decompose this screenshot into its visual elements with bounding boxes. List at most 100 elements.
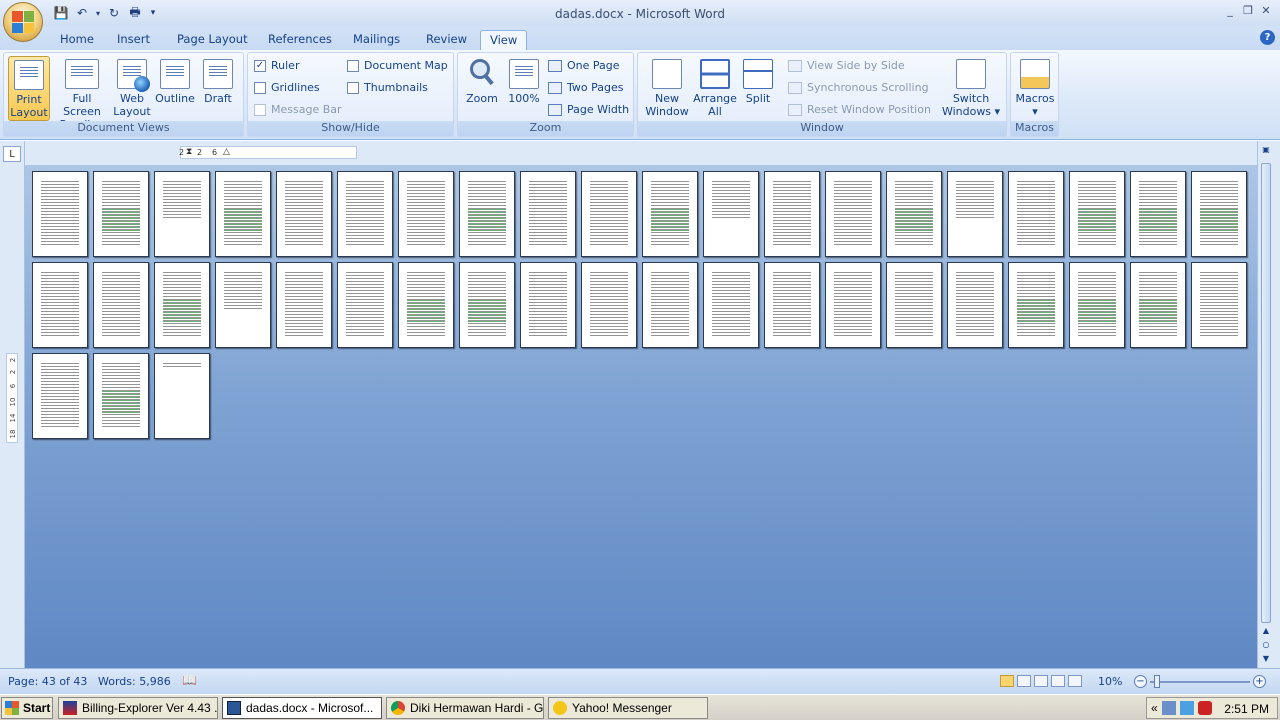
page-thumbnail[interactable] [32,262,88,348]
one-page-button[interactable]: One Page [548,57,620,75]
page-thumbnail[interactable] [581,262,637,348]
gridlines-checkbox[interactable]: Gridlines [254,79,320,97]
web-layout-view-icon[interactable] [1034,675,1048,687]
page-thumbnail[interactable] [32,353,88,439]
page-thumbnail[interactable] [1069,171,1125,257]
select-browse-object-icon[interactable]: ○ [1260,640,1272,652]
page-thumbnail[interactable] [520,262,576,348]
split-button[interactable]: Split [740,56,776,108]
help-icon[interactable]: ? [1260,30,1275,45]
start-button[interactable]: Start [1,697,53,719]
tab-view[interactable]: View [480,30,528,50]
full-screen-view-icon[interactable] [1017,675,1031,687]
zoom-out-button[interactable]: − [1134,675,1147,688]
page-thumbnail[interactable] [32,171,88,257]
vertical-scrollbar[interactable]: ▣ ▲ ○ ▼ [1257,141,1280,668]
thumbnails-checkbox[interactable]: Thumbnails [347,79,428,97]
page-thumbnail[interactable] [825,171,881,257]
page-thumbnail[interactable] [1008,171,1064,257]
zoom-level[interactable]: 10% [1098,675,1122,688]
tab-selector[interactable]: L [3,146,21,162]
page-thumbnail[interactable] [154,353,210,439]
zoom-in-button[interactable]: + [1253,675,1266,688]
zoom-100-button[interactable]: 100% [504,56,544,108]
tab-insert[interactable]: Insert [108,30,159,50]
switch-windows-button[interactable]: Switch Windows ▾ [940,56,1002,121]
page-thumbnail[interactable] [215,171,271,257]
page-thumbnail[interactable] [154,262,210,348]
page-thumbnail[interactable] [703,262,759,348]
page-thumbnail[interactable] [93,353,149,439]
task-chrome[interactable]: Diki Hermawan Hardi - G... [386,697,544,719]
ruler-toggle-icon[interactable]: ▣ [1260,145,1272,157]
page-thumbnail[interactable] [93,262,149,348]
page-thumbnail[interactable] [459,171,515,257]
zoom-slider-knob[interactable] [1154,675,1160,688]
antivirus-shield-icon[interactable] [1197,701,1212,715]
page-thumbnail[interactable] [520,171,576,257]
network-icon[interactable] [1161,701,1176,715]
clock[interactable]: 2:51 PM [1224,702,1269,716]
outline-view-icon[interactable] [1051,675,1065,687]
tab-mailings[interactable]: Mailings [344,30,409,50]
page-thumbnail[interactable] [703,171,759,257]
full-screen-reading-button[interactable]: Full Screen Reading [52,56,112,131]
page-thumbnail[interactable] [398,171,454,257]
page-thumbnail[interactable] [398,262,454,348]
close-button[interactable]: ✕ [1258,4,1274,18]
page-thumbnail[interactable] [947,171,1003,257]
page-count[interactable]: Page: 43 of 43 [8,675,87,688]
scrollbar-thumb[interactable] [1261,163,1271,623]
page-thumbnail[interactable] [459,262,515,348]
web-layout-button[interactable]: Web Layout [112,56,152,121]
tab-references[interactable]: References [259,30,341,50]
office-button[interactable] [3,2,43,42]
word-count[interactable]: Words: 5,986 [98,675,171,688]
monitor-icon[interactable] [1179,701,1194,715]
page-thumbnail[interactable] [1191,262,1247,348]
tab-home[interactable]: Home [51,30,103,50]
page-thumbnail[interactable] [764,171,820,257]
page-thumbnail[interactable] [1008,262,1064,348]
page-thumbnail[interactable] [1191,171,1247,257]
page-thumbnail[interactable] [276,171,332,257]
previous-page-icon[interactable]: ▲ [1260,626,1272,638]
page-thumbnail[interactable] [886,262,942,348]
new-window-button[interactable]: New Window [642,56,692,121]
page-thumbnail[interactable] [642,262,698,348]
next-page-icon[interactable]: ▼ [1260,654,1272,666]
page-thumbnail[interactable] [886,171,942,257]
zoom-button[interactable]: Zoom [462,56,502,108]
document-map-checkbox[interactable]: Document Map [347,57,448,75]
tab-review[interactable]: Review [417,30,476,50]
right-indent-marker-icon[interactable]: △ [223,147,230,157]
ruler-segment[interactable]: 2 2 6 ⧗ △ [179,146,357,159]
macros-button[interactable]: Macros ▾ [1015,56,1055,121]
restore-button[interactable]: ❐ [1240,4,1256,18]
print-layout-button[interactable]: Print Layout [8,56,50,121]
outline-button[interactable]: Outline [153,56,197,108]
tab-page-layout[interactable]: Page Layout [168,30,257,50]
page-thumbnail[interactable] [642,171,698,257]
page-width-button[interactable]: Page Width [548,101,629,119]
tray-expand-icon[interactable]: « [1151,701,1158,715]
task-billing-explorer[interactable]: Billing-Explorer Ver 4.43 ... [58,697,218,719]
proofing-icon[interactable]: 📖 [182,673,197,687]
two-pages-button[interactable]: Two Pages [548,79,623,97]
page-thumbnail[interactable] [1130,262,1186,348]
page-thumbnail[interactable] [154,171,210,257]
minimize-button[interactable]: _ [1222,4,1238,18]
zoom-slider[interactable] [1150,681,1250,683]
indent-marker-icon[interactable]: ⧗ [186,147,192,157]
page-thumbnail[interactable] [276,262,332,348]
ruler-checkbox[interactable]: ✓ Ruler [254,57,299,75]
page-thumbnail[interactable] [215,262,271,348]
page-thumbnail[interactable] [947,262,1003,348]
page-thumbnail[interactable] [93,171,149,257]
page-thumbnail[interactable] [1069,262,1125,348]
page-thumbnail[interactable] [337,171,393,257]
page-thumbnail[interactable] [337,262,393,348]
page-thumbnail[interactable] [581,171,637,257]
page-thumbnail[interactable] [825,262,881,348]
page-thumbnail[interactable] [764,262,820,348]
